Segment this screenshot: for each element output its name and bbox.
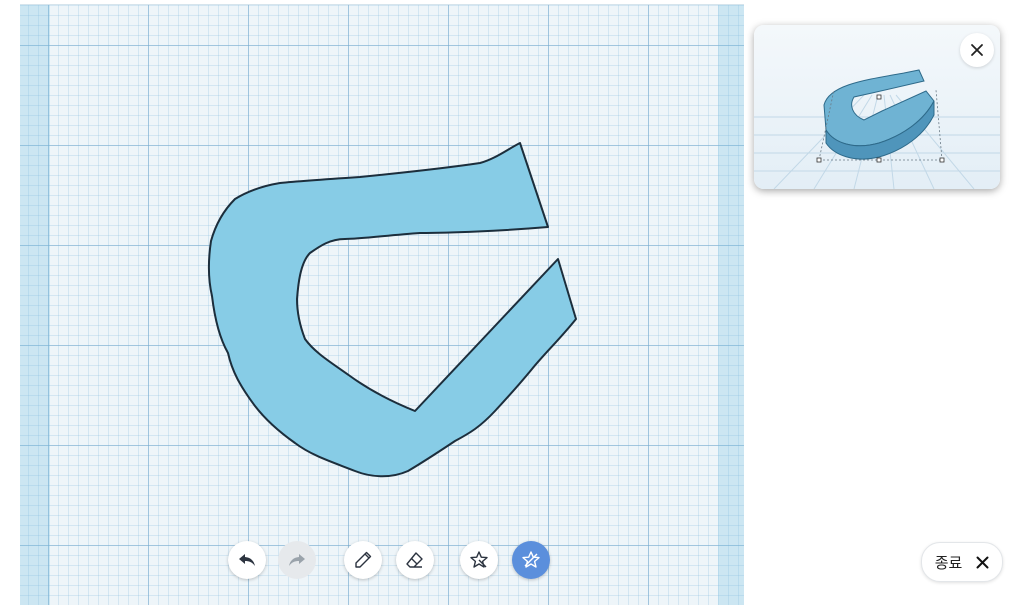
- redo-button[interactable]: [278, 541, 316, 579]
- undo-icon: [239, 554, 255, 566]
- exit-label: 종료: [934, 554, 963, 572]
- preview-close-button[interactable]: [960, 33, 994, 67]
- 3d-preview-panel[interactable]: [754, 25, 1000, 189]
- shape-button[interactable]: [460, 541, 498, 579]
- pencil-button[interactable]: [344, 541, 382, 579]
- close-icon: [971, 44, 983, 56]
- drawn-shape-layer: [207, 142, 577, 478]
- drawn-shape[interactable]: [207, 142, 577, 478]
- exit-button[interactable]: 종료: [921, 542, 1003, 582]
- drawing-canvas[interactable]: [20, 4, 744, 605]
- star-shape-icon: [470, 551, 488, 568]
- pencil-icon: [355, 551, 372, 568]
- redo-icon: [289, 554, 305, 566]
- shape-edit-button[interactable]: [512, 541, 550, 579]
- undo-button[interactable]: [228, 541, 266, 579]
- star-edit-icon: [522, 551, 540, 568]
- eraser-icon: [406, 552, 423, 568]
- eraser-button[interactable]: [396, 541, 434, 579]
- drawing-toolbar: [226, 541, 556, 583]
- close-icon: [976, 556, 989, 568]
